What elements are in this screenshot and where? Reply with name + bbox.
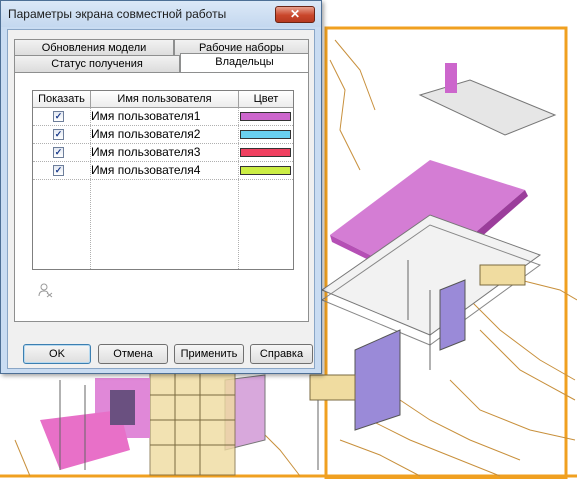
show-checkbox[interactable]: ✓ xyxy=(53,165,64,176)
cancel-button[interactable]: Отмена xyxy=(98,344,168,364)
user-settings-icon[interactable] xyxy=(37,282,53,298)
row-divider xyxy=(33,179,293,180)
username-cell: Имя пользователя3 xyxy=(91,145,201,159)
ok-button[interactable]: OK xyxy=(23,344,91,364)
show-checkbox[interactable]: ✓ xyxy=(53,147,64,158)
column-header-show[interactable]: Показать xyxy=(33,91,91,108)
color-swatch[interactable] xyxy=(240,166,291,175)
username-cell: Имя пользователя2 xyxy=(91,127,201,141)
tab-label: Обновления модели xyxy=(41,42,147,54)
help-button[interactable]: Справка xyxy=(250,344,313,364)
color-swatch[interactable] xyxy=(240,130,291,139)
tab-label: Статус получения xyxy=(51,58,143,70)
color-swatch[interactable] xyxy=(240,112,291,121)
apply-button[interactable]: Применить xyxy=(174,344,244,364)
tab-owners[interactable]: Владельцы xyxy=(180,53,309,72)
collaboration-display-settings-dialog: Параметры экрана совместной работы ✕ Обн… xyxy=(0,0,322,374)
column-header-username[interactable]: Имя пользователя xyxy=(91,91,239,108)
dialog-titlebar[interactable]: Параметры экрана совместной работы ✕ xyxy=(1,1,321,27)
username-cell: Имя пользователя4 xyxy=(91,163,201,177)
show-checkbox[interactable]: ✓ xyxy=(53,111,64,122)
close-button[interactable]: ✕ xyxy=(275,6,315,23)
table-row: ✓ Имя пользователя1 xyxy=(33,108,293,126)
tab-borrowing-status[interactable]: Статус получения xyxy=(14,55,180,72)
owners-grid: Показать Имя пользователя Цвет ✓ Имя пол… xyxy=(32,90,294,270)
table-row: ✓ Имя пользователя2 xyxy=(33,126,293,144)
dialog-client-area: Обновления модели Рабочие наборы Статус … xyxy=(7,29,315,369)
wall-panel xyxy=(354,329,401,431)
dialog-title: Параметры экрана совместной работы xyxy=(8,7,227,21)
table-row: ✓ Имя пользователя3 xyxy=(33,144,293,162)
show-checkbox[interactable]: ✓ xyxy=(53,129,64,140)
owners-tab-panel: Показать Имя пользователя Цвет ✓ Имя пол… xyxy=(14,72,309,322)
tab-model-updates[interactable]: Обновления модели xyxy=(14,39,174,56)
color-swatch[interactable] xyxy=(240,148,291,157)
username-cell: Имя пользователя1 xyxy=(91,109,201,123)
table-row: ✓ Имя пользователя4 xyxy=(33,162,293,180)
close-icon: ✕ xyxy=(289,7,301,21)
tab-label: Владельцы xyxy=(215,56,274,68)
column-header-color[interactable]: Цвет xyxy=(239,91,293,108)
